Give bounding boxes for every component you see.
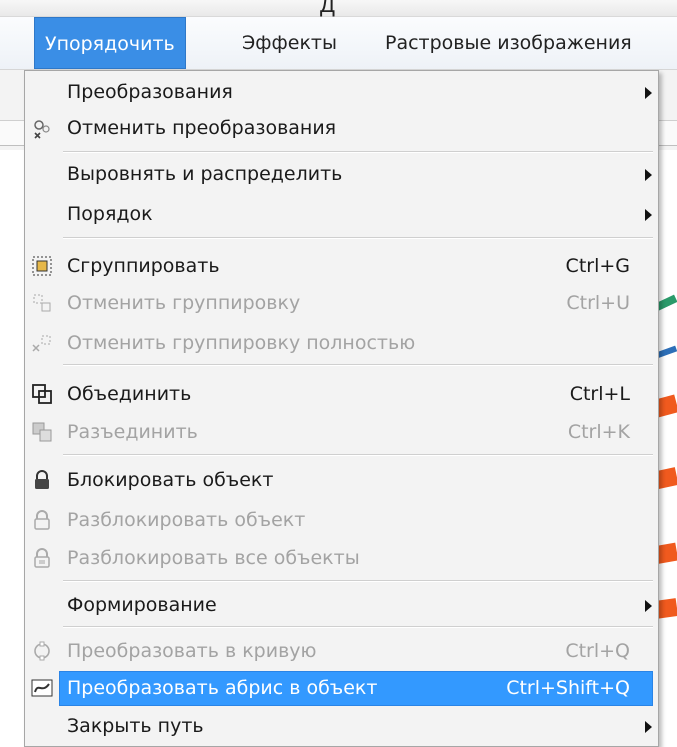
menu-item-label: Разблокировать все объекты — [67, 547, 360, 569]
menu-separator — [63, 364, 653, 366]
menu-item-clear-transformations[interactable]: Отменить преобразования — [25, 111, 658, 146]
arrange-dropdown-menu: Преобразования Отменить преобразования В… — [24, 70, 659, 747]
menu-arrange[interactable]: Упорядочить — [34, 17, 186, 69]
menu-item-label: Отменить группировку полностью — [67, 332, 416, 354]
menu-item-label: Сгруппировать — [67, 255, 220, 277]
outline-to-object-icon — [29, 675, 55, 701]
menu-item-unlock-object[interactable]: Разблокировать объект — [25, 503, 658, 538]
menu-item-order[interactable]: Порядок — [25, 197, 658, 232]
submenu-arrow-icon — [645, 600, 652, 612]
submenu-arrow-icon — [645, 721, 652, 733]
menu-item-shaping[interactable]: Формирование — [25, 588, 658, 623]
menu-item-close-path[interactable]: Закрыть путь — [25, 709, 658, 744]
menu-separator — [63, 626, 653, 628]
menu-separator — [63, 454, 653, 456]
ungroup-all-icon — [29, 330, 55, 356]
submenu-arrow-icon — [645, 87, 652, 99]
menu-separator — [63, 237, 653, 239]
lock-icon — [29, 467, 55, 493]
menu-item-combine[interactable]: Объединить Ctrl+L — [25, 377, 658, 412]
menu-item-label: Отменить группировку — [67, 292, 301, 314]
menu-item-ungroup[interactable]: Отменить группировку Ctrl+U — [25, 286, 658, 321]
menu-item-break-apart[interactable]: Разъединить Ctrl+K — [25, 415, 658, 450]
menu-item-label: Преобразовать абрис в объект — [67, 677, 378, 699]
menu-item-shortcut: Ctrl+K — [567, 421, 630, 443]
unlock-all-icon — [29, 545, 55, 571]
unlock-icon — [29, 507, 55, 533]
menu-item-label: Порядок — [67, 203, 153, 225]
menu-item-outline-to-object[interactable]: Преобразовать абрис в объект Ctrl+Shift+… — [25, 671, 658, 706]
menu-item-shortcut: Ctrl+G — [565, 255, 630, 277]
menu-item-label: Разъединить — [67, 421, 198, 443]
menu-item-shortcut: Ctrl+Shift+Q — [506, 677, 630, 699]
menu-item-unlock-all[interactable]: Разблокировать все объекты — [25, 541, 658, 576]
menu-item-group[interactable]: Сгруппировать Ctrl+G — [25, 249, 658, 284]
menu-item-label: Формирование — [67, 594, 217, 616]
menu-item-shortcut: Ctrl+U — [566, 292, 630, 314]
window-titlebar: Д — [0, 0, 677, 17]
menu-item-label: Объединить — [67, 383, 192, 405]
menu-item-transformations[interactable]: Преобразования — [25, 75, 658, 110]
menu-item-shortcut: Ctrl+Q — [565, 640, 630, 662]
combine-icon — [29, 381, 55, 407]
menu-item-label: Отменить преобразования — [67, 117, 337, 139]
menu-effects[interactable]: Эффекты — [232, 17, 347, 69]
menu-separator — [63, 151, 653, 153]
menu-item-label: Преобразования — [67, 81, 233, 103]
menu-item-label: Разблокировать объект — [67, 509, 306, 531]
break-apart-icon — [29, 419, 55, 445]
window-title: Д — [320, 0, 336, 17]
menu-bar: Упорядочить Эффекты Растровые изображени… — [0, 17, 677, 70]
menu-separator — [63, 580, 653, 582]
submenu-arrow-icon — [645, 169, 652, 181]
convert-to-curves-icon — [29, 638, 55, 664]
menu-item-label: Закрыть путь — [67, 715, 204, 737]
menu-item-ungroup-all[interactable]: Отменить группировку полностью — [25, 326, 658, 361]
menu-item-align-distribute[interactable]: Выровнять и распределить — [25, 157, 658, 192]
menu-item-convert-to-curves[interactable]: Преобразовать в кривую Ctrl+Q — [25, 634, 658, 669]
menu-item-label: Блокировать объект — [67, 469, 274, 491]
menu-item-shortcut: Ctrl+L — [569, 383, 630, 405]
ungroup-icon — [29, 290, 55, 316]
menu-item-label: Преобразовать в кривую — [67, 640, 317, 662]
clear-transformations-icon — [29, 115, 55, 141]
group-icon — [29, 253, 55, 279]
menu-item-lock-object[interactable]: Блокировать объект — [25, 463, 658, 498]
menu-item-label: Выровнять и распределить — [67, 163, 343, 185]
menu-bitmaps[interactable]: Растровые изображения — [375, 17, 642, 69]
submenu-arrow-icon — [645, 209, 652, 221]
